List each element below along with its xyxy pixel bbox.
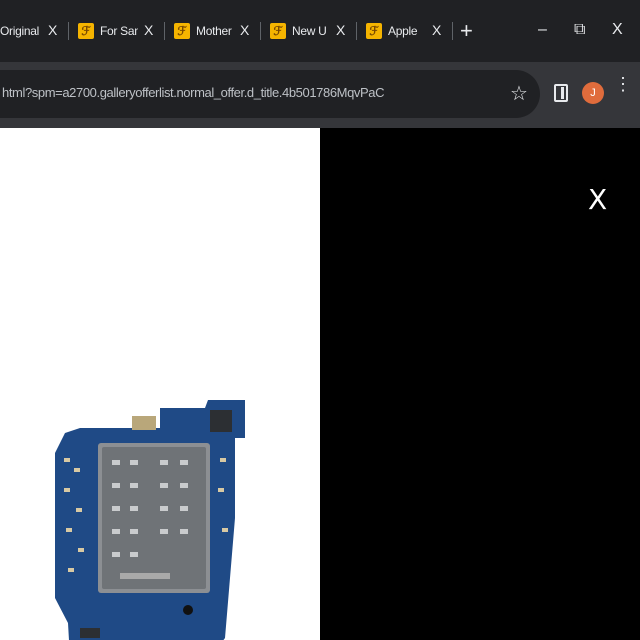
tab-close-icon[interactable]: X xyxy=(240,22,249,38)
address-bar[interactable]: html?spm=a2700.galleryofferlist.normal_o… xyxy=(0,70,540,118)
tab-separator xyxy=(164,22,165,40)
tab-close-icon[interactable]: X xyxy=(432,22,441,38)
tab-strip: Original X ℱ For Sam X ℱ Mother X ℱ New … xyxy=(0,0,640,62)
favicon-icon: ℱ xyxy=(78,23,94,39)
close-icon[interactable]: X xyxy=(588,186,607,214)
image-viewer-backdrop: X xyxy=(320,128,640,640)
window-close-button[interactable]: X xyxy=(612,16,623,44)
tab-title: New U xyxy=(292,24,327,38)
favicon-icon: ℱ xyxy=(366,23,382,39)
tab-new-u[interactable]: ℱ New U X xyxy=(270,14,352,48)
tab-original[interactable]: Original X xyxy=(0,14,66,48)
tab-separator xyxy=(68,22,69,40)
tab-for-sam[interactable]: ℱ For Sam X xyxy=(78,14,160,48)
minimize-button[interactable]: – xyxy=(538,16,547,44)
url-text[interactable]: html?spm=a2700.galleryofferlist.normal_o… xyxy=(2,85,385,100)
browser-toolbar: html?spm=a2700.galleryofferlist.normal_o… xyxy=(0,62,640,128)
tab-close-icon[interactable]: X xyxy=(144,22,153,38)
tab-title: Mother xyxy=(196,24,232,38)
profile-avatar[interactable]: J xyxy=(582,82,604,104)
restore-button[interactable]: ⧉ xyxy=(574,16,585,44)
tab-title: Original xyxy=(0,24,39,38)
tab-close-icon[interactable]: X xyxy=(48,22,57,38)
tab-title: For Sam xyxy=(100,24,138,38)
tab-close-icon[interactable]: X xyxy=(336,22,345,38)
sidepanel-icon[interactable] xyxy=(554,84,568,102)
page-content: X xyxy=(0,128,640,640)
star-icon[interactable]: ☆ xyxy=(510,81,528,106)
motherboard-image xyxy=(55,400,245,640)
tab-separator xyxy=(260,22,261,40)
new-tab-button[interactable]: + xyxy=(460,14,473,48)
menu-icon[interactable]: ⋮ xyxy=(614,75,632,93)
favicon-icon: ℱ xyxy=(174,23,190,39)
product-image-panel xyxy=(0,128,320,640)
tab-title: Apple xyxy=(388,24,418,38)
tab-mother[interactable]: ℱ Mother X xyxy=(174,14,256,48)
tab-separator xyxy=(356,22,357,40)
tab-apple[interactable]: ℱ Apple X xyxy=(366,14,448,48)
favicon-icon: ℱ xyxy=(270,23,286,39)
tab-separator xyxy=(452,22,453,40)
